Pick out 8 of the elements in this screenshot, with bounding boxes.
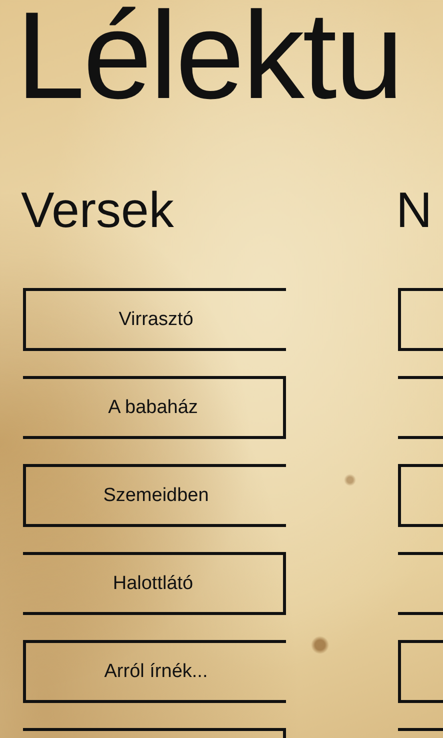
list-button[interactable]: Virrasztó (23, 288, 286, 351)
list-button[interactable]: Szemeidben (23, 464, 286, 527)
section-heading: Versek (21, 182, 175, 238)
list-button[interactable]: Arról írnék... (23, 640, 286, 703)
list-button[interactable]: A babaház (23, 376, 286, 439)
list-button[interactable]: Halottlátó (23, 552, 286, 615)
app-title: Lélektu (16, 0, 403, 118)
section-heading: N (396, 182, 434, 238)
